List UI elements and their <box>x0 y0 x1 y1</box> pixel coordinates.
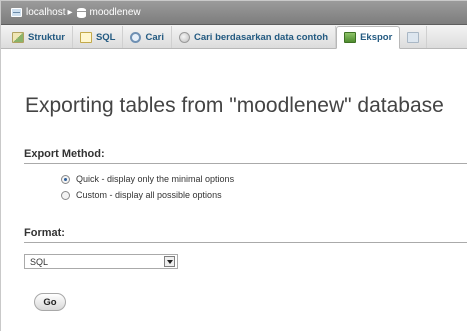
phpmyadmin-window: localhost ▸ moodlenew Struktur SQL Cari … <box>0 0 467 331</box>
breadcrumb: localhost ▸ moodlenew <box>1 1 467 25</box>
sql-icon <box>79 31 92 43</box>
tab-ekspor-label[interactable]: Ekspor <box>360 32 392 43</box>
breadcrumb-server-label[interactable]: localhost <box>26 7 65 18</box>
quick-radio[interactable] <box>61 174 70 184</box>
database-icon <box>76 7 86 18</box>
quick-radio-label[interactable]: Quick - display only the minimal options <box>76 174 234 184</box>
export-method-quick-option[interactable]: Quick - display only the minimal options <box>61 174 234 184</box>
tab-struktur-label[interactable]: Struktur <box>28 32 65 43</box>
tab-query-by-example-label[interactable]: Cari berdasarkan data contoh <box>194 32 328 43</box>
page-title: Exporting tables from "moodlenew" databa… <box>25 94 444 117</box>
export-method-label: Export Method: <box>24 148 105 160</box>
more-tabs-icon <box>407 31 420 43</box>
go-button[interactable]: Go <box>34 293 66 311</box>
tab-cari[interactable]: Cari <box>123 26 172 48</box>
breadcrumb-separator: ▸ <box>67 7 73 18</box>
format-select-value[interactable]: SQL <box>30 257 48 267</box>
table-structure-icon <box>12 31 24 43</box>
tab-sql[interactable]: SQL <box>73 26 124 48</box>
breadcrumb-database-label[interactable]: moodlenew <box>90 7 141 18</box>
breadcrumb-database[interactable]: moodlenew <box>76 7 141 18</box>
format-select[interactable]: SQL <box>24 254 178 269</box>
tab-more[interactable] <box>400 26 428 48</box>
server-icon <box>11 8 22 17</box>
breadcrumb-server[interactable]: localhost <box>11 7 65 18</box>
export-method-divider <box>24 163 467 164</box>
tab-cari-label[interactable]: Cari <box>145 32 163 43</box>
tab-struktur[interactable]: Struktur <box>5 26 73 48</box>
search-icon <box>130 31 142 43</box>
chevron-down-icon[interactable] <box>164 256 175 267</box>
tab-ekspor[interactable]: Ekspor <box>336 26 401 49</box>
format-divider <box>24 242 467 243</box>
tab-query-by-example[interactable]: Cari berdasarkan data contoh <box>172 26 337 48</box>
export-icon <box>344 32 357 43</box>
tab-sql-label[interactable]: SQL <box>96 32 116 43</box>
tab-bar: Struktur SQL Cari Cari berdasarkan data … <box>1 25 467 49</box>
query-icon <box>178 31 190 43</box>
custom-radio-label[interactable]: Custom - display all possible options <box>76 190 222 200</box>
export-method-custom-option[interactable]: Custom - display all possible options <box>61 190 222 200</box>
custom-radio[interactable] <box>61 190 70 200</box>
format-label: Format: <box>24 227 65 239</box>
